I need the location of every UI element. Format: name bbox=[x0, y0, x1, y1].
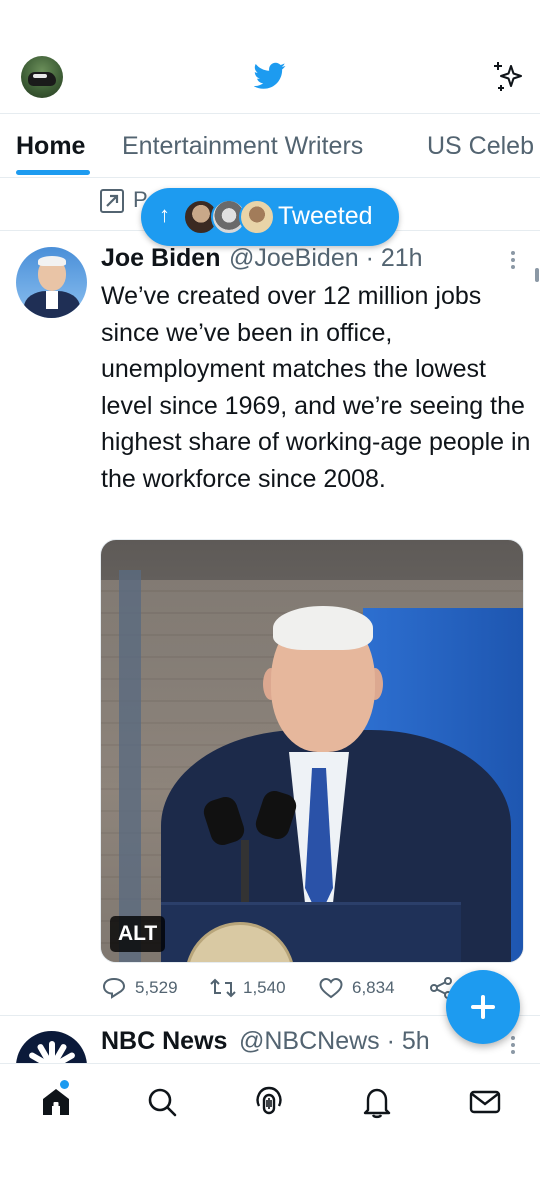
more-options-icon[interactable] bbox=[508, 248, 518, 272]
notifications-icon[interactable] bbox=[359, 1084, 395, 1120]
retweet-icon bbox=[210, 978, 236, 998]
author-name[interactable]: NBC News bbox=[101, 1027, 227, 1056]
alt-text-badge[interactable]: ALT bbox=[110, 916, 166, 952]
tweet-text: We’ve created over 12 million jobs since… bbox=[101, 282, 531, 493]
new-tweets-label: Tweeted bbox=[278, 202, 373, 230]
photo-pillar bbox=[119, 570, 141, 962]
retweet-button[interactable]: 1,540 bbox=[209, 974, 299, 1004]
avatar-shirt bbox=[46, 291, 58, 309]
up-arrow-icon: ↑ bbox=[159, 202, 170, 227]
spaces-icon[interactable] bbox=[251, 1084, 287, 1120]
like-button[interactable]: 6,834 bbox=[318, 974, 408, 1004]
author-handle-time[interactable]: @JoeBiden · 21h bbox=[229, 244, 423, 273]
photo-hair bbox=[273, 606, 373, 650]
heart-icon bbox=[319, 977, 343, 999]
avatar-hair bbox=[38, 256, 66, 266]
external-arrow-icon bbox=[100, 189, 124, 213]
messages-icon[interactable] bbox=[467, 1084, 503, 1120]
tab-us-celeb[interactable]: US Celeb bbox=[427, 114, 534, 177]
author-avatar[interactable] bbox=[16, 1031, 87, 1063]
plus-icon-vertical bbox=[481, 995, 485, 1019]
top-bar bbox=[0, 0, 540, 114]
scrollbar-thumb[interactable] bbox=[535, 268, 539, 282]
reply-count: 5,529 bbox=[135, 978, 178, 997]
photo-mic-stand bbox=[241, 840, 249, 910]
twitter-bird-icon[interactable] bbox=[254, 62, 286, 90]
author-avatar[interactable] bbox=[16, 247, 87, 318]
tweet-media-image[interactable]: ALT bbox=[100, 539, 524, 963]
active-tab-indicator bbox=[16, 170, 90, 175]
author-handle-time[interactable]: @NBCNews · 5h bbox=[239, 1027, 430, 1056]
home-icon[interactable] bbox=[38, 1084, 74, 1120]
tweeter-avatar-3 bbox=[239, 199, 275, 235]
sparkle-icon[interactable] bbox=[492, 60, 526, 94]
profile-avatar[interactable] bbox=[21, 56, 63, 98]
tweet[interactable]: Joe Biden @JoeBiden · 21h We’ve created … bbox=[0, 232, 540, 1016]
bottom-navigation bbox=[0, 1063, 540, 1139]
compose-tweet-button[interactable] bbox=[446, 970, 520, 1044]
retweet-count: 1,540 bbox=[243, 978, 286, 997]
timeline-tabs: Home Entertainment Writers US Celeb bbox=[0, 114, 540, 178]
tab-entertainment-writers[interactable]: Entertainment Writers bbox=[122, 114, 363, 177]
author-name[interactable]: Joe Biden bbox=[101, 244, 220, 273]
tab-home[interactable]: Home bbox=[16, 114, 85, 177]
reply-button[interactable]: 5,529 bbox=[101, 974, 191, 1004]
search-icon[interactable] bbox=[144, 1084, 180, 1120]
avatar-stripe bbox=[33, 74, 47, 78]
more-options-icon[interactable] bbox=[508, 1033, 518, 1057]
home-unread-dot bbox=[60, 1080, 69, 1089]
reply-icon bbox=[102, 977, 126, 999]
like-count: 6,834 bbox=[352, 978, 395, 997]
